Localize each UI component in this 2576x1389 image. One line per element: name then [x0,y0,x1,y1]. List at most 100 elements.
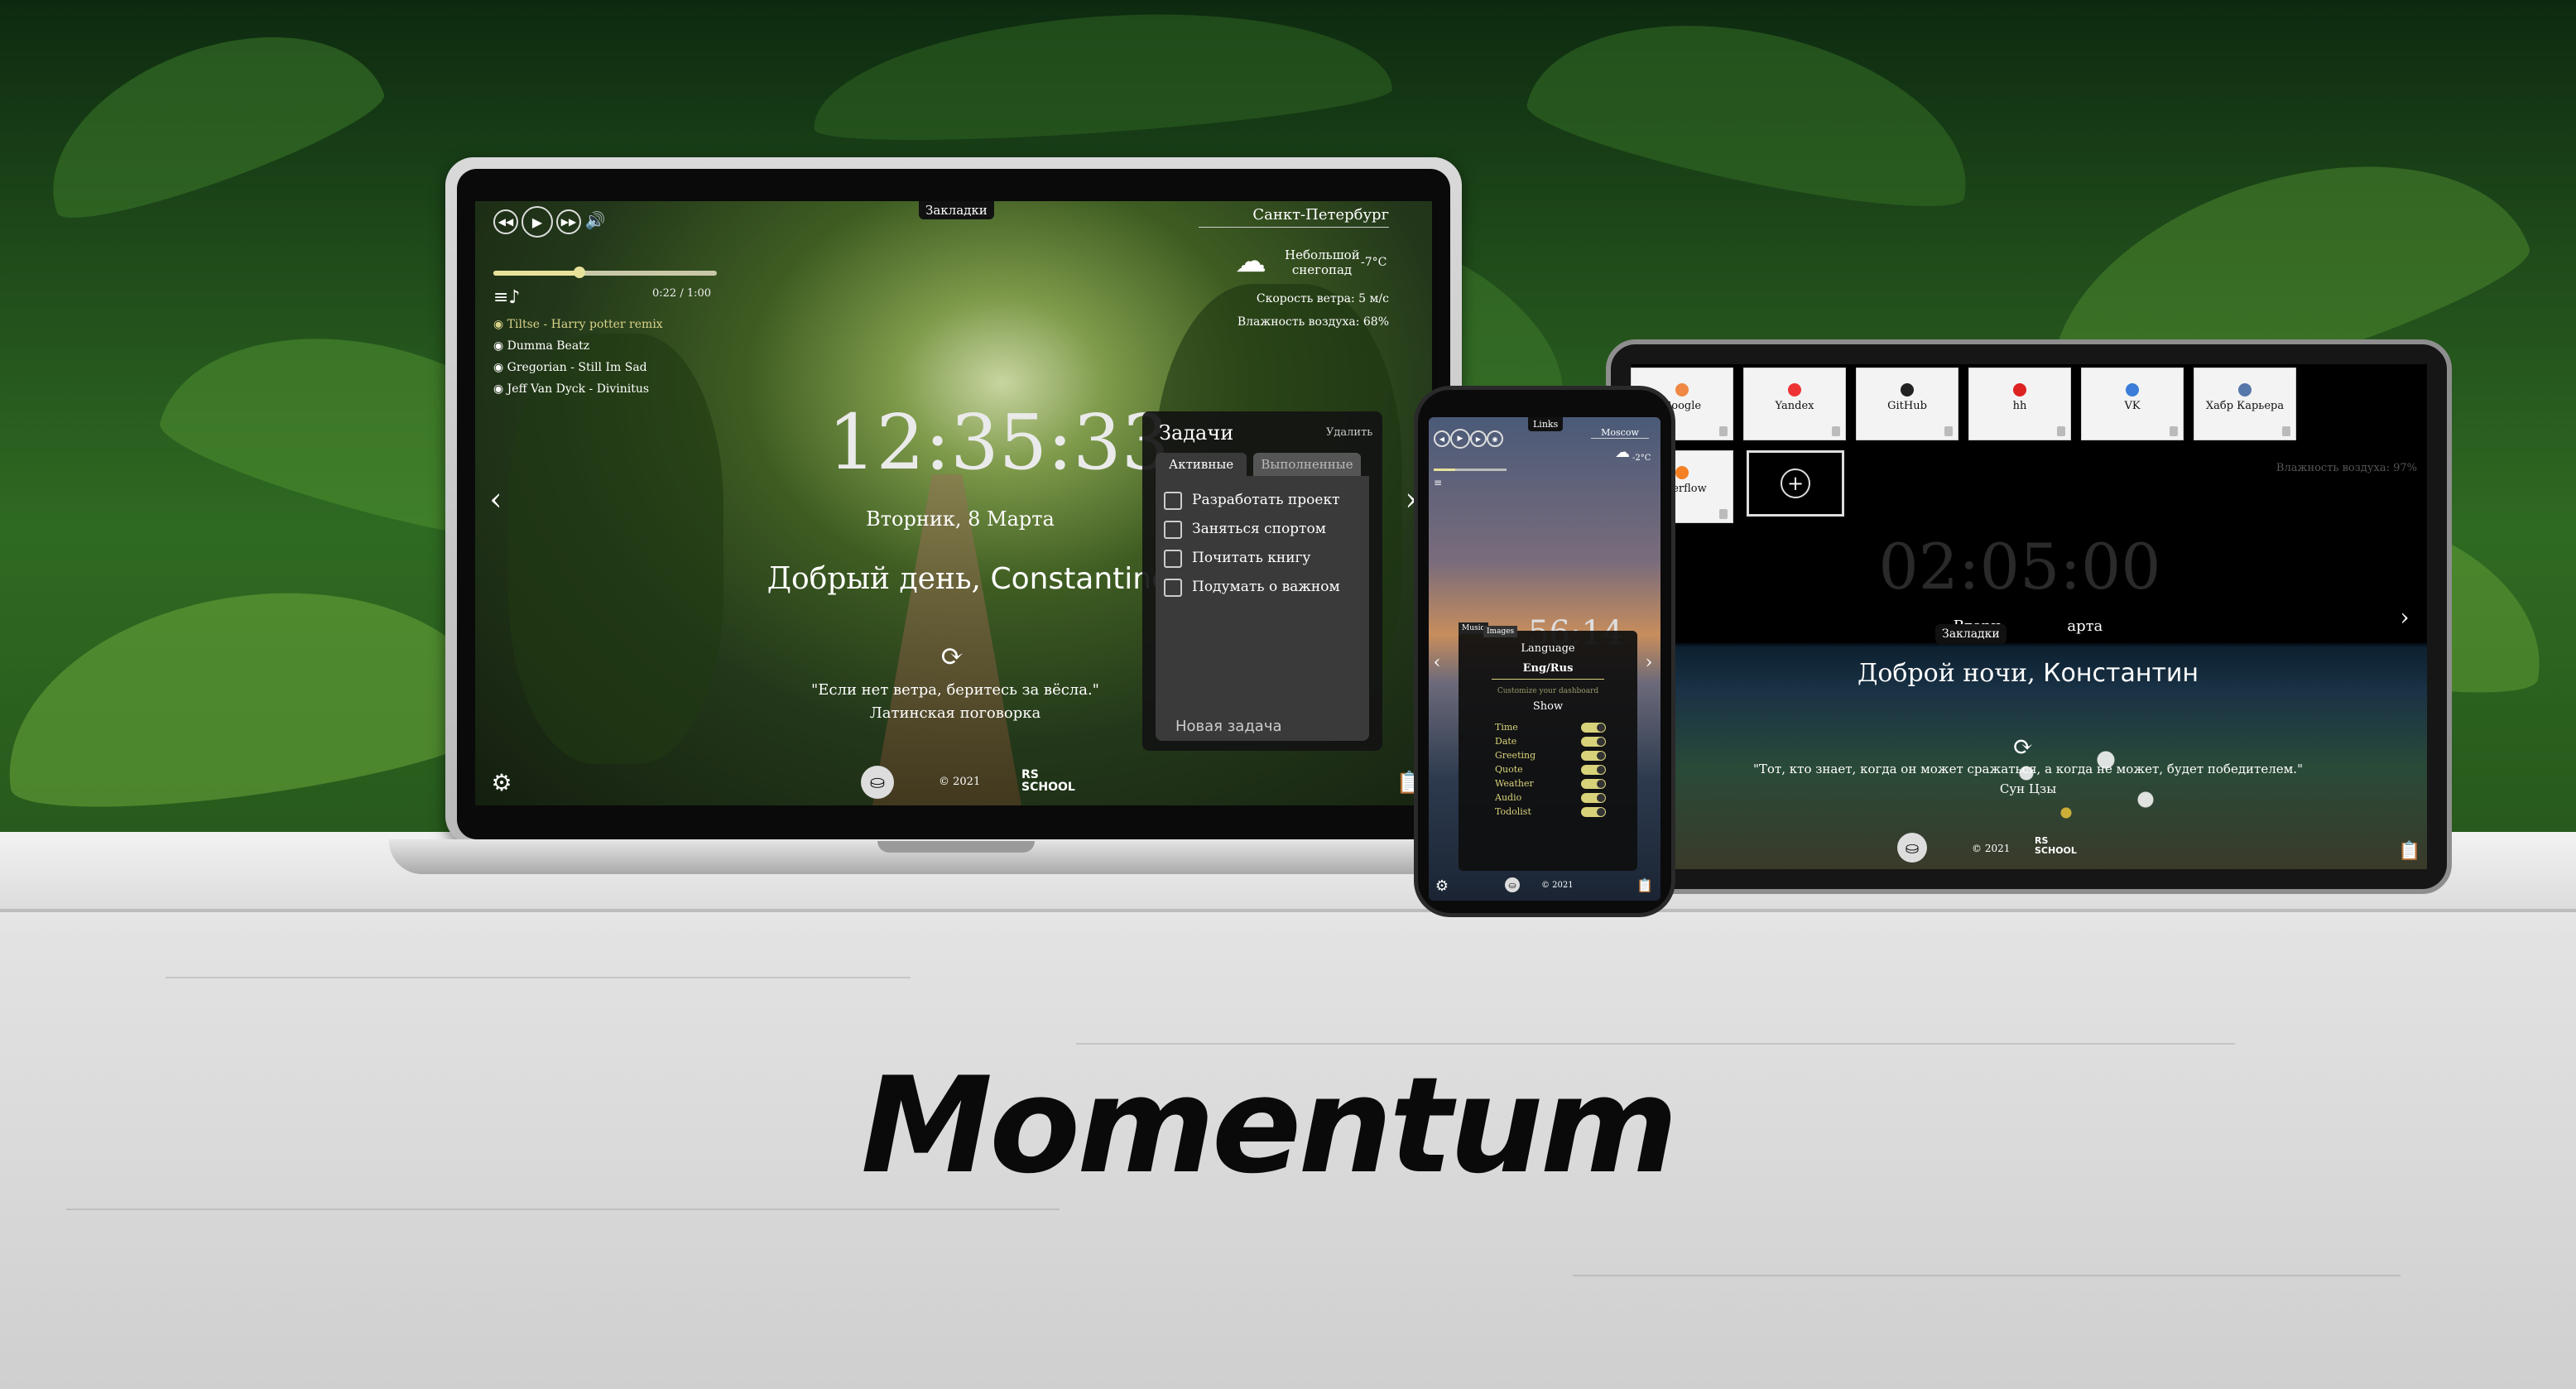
option-audio: Audio [1495,792,1522,803]
tablet-copyright: © 2021 [1972,843,2011,854]
quote-author: Латинская поговорка [869,704,1041,722]
phone-todo-icon[interactable]: 📋 [1636,876,1653,894]
todo-item[interactable]: Заняться спортом [1164,515,1361,544]
playlist-icon[interactable]: ≡♪ [493,287,520,308]
option-quote: Quote [1495,764,1523,775]
tablet-greeting: Доброй ночи, Константин [1857,659,2199,688]
momentum-logo: Momentum [861,1048,1678,1203]
phone-temperature: -2°C [1632,454,1651,463]
refresh-quote-icon[interactable]: ⟳ [935,640,968,673]
checkbox[interactable] [1164,578,1182,597]
settings-options: Time Date Greeting Quote Weather Audio T… [1495,720,1627,819]
todo-list: Разработать проект Заняться спортом Почи… [1156,476,1369,741]
next-track-button[interactable]: ▶▶ [556,209,581,234]
greeting-text: Добрый день, [767,562,981,596]
link-github[interactable]: GitHub [1856,368,1958,440]
clock: 12:35:33 [828,398,1170,487]
tablet-next-slide-icon[interactable]: › [2392,603,2417,631]
phone-github-icon[interactable]: ⛀ [1505,877,1520,892]
checkbox[interactable] [1164,549,1182,568]
playlist-item[interactable]: ◉ Jeff Van Dyck - Divinitus [493,378,663,400]
option-greeting: Greeting [1495,750,1536,761]
laptop-screen: ◀◀ ▶ ▶▶ 🔊 ≡♪ 0:22 / 1:00 ◉ Tiltse - Harr… [475,201,1432,805]
tablet-rs-school-logo[interactable]: RS SCHOOL [2035,836,2077,856]
playlist-item[interactable]: ◉ Dumma Beatz [493,335,663,357]
date: Вторник, 8 Марта [866,507,1055,531]
playlist-item[interactable]: ◉ Gregorian - Still Im Sad [493,357,663,378]
checkbox[interactable] [1164,491,1182,510]
phone-copyright: © 2021 [1541,881,1574,890]
phone-settings-panel: Music Images Language Eng/Rus Customize … [1459,622,1637,871]
phone-cloud-icon: ☁ [1615,443,1630,461]
phone-next-slide-icon[interactable]: › [1642,652,1656,673]
greeting: Добрый день, Constantine [753,562,1184,596]
phone-audio-progress[interactable] [1434,469,1507,471]
tablet-screen: Google Yandex GitHub hh VK Хабр Карьера … [1631,364,2427,869]
audio-time: 0:22 / 1:00 [652,287,712,300]
todo-item[interactable]: Почитать книгу [1164,544,1361,573]
tablet-name-input[interactable]: Константин [2043,659,2199,688]
weather-description: Небольшой снегопад [1285,248,1360,277]
todo-item[interactable]: Подумать о важном [1164,573,1361,602]
toggle-audio[interactable] [1581,793,1606,803]
copyright: © 2021 [939,776,981,788]
weather-city[interactable]: Санкт-Петербург [1199,206,1389,228]
phone-weather-city[interactable]: Moscow [1591,427,1649,439]
phone-settings-icon[interactable]: ⚙ [1434,877,1450,895]
bookmarks-tab[interactable]: Закладки [919,201,994,219]
snow-cloud-icon: ☁ [1235,243,1266,279]
quote-text: "Если нет ветра, беритесь за вёсла." [811,681,1099,699]
github-icon[interactable]: ⛀ [861,766,894,799]
add-link-button[interactable]: + [1747,450,1844,517]
phone-prev-button[interactable]: ◀ [1434,430,1450,447]
checkbox[interactable] [1164,520,1182,539]
tablet-todo-icon[interactable]: 📋 [2398,839,2420,863]
weather-temperature: -7°C [1361,256,1387,269]
phone-prev-slide-icon[interactable]: ‹ [1430,652,1444,673]
option-todolist: Todolist [1495,806,1531,817]
todo-title: Задачи [1159,421,1234,445]
option-weather: Weather [1495,778,1534,789]
laptop-notch [877,841,1035,853]
weather-wind: Скорость ветра: 5 м/с [1256,292,1389,305]
link-vk[interactable]: VK [2081,368,2184,440]
play-button[interactable]: ▶ [521,206,553,238]
toggle-todolist[interactable] [1581,807,1606,817]
toggle-time[interactable] [1581,723,1606,733]
toggle-quote[interactable] [1581,765,1606,775]
settings-tab-images[interactable]: Images [1483,626,1518,637]
toggle-greeting[interactable] [1581,751,1606,761]
toggle-date[interactable] [1581,737,1606,747]
volume-icon[interactable]: 🔊 [583,209,608,231]
link-yandex[interactable]: Yandex [1743,368,1846,440]
tablet-clock: 02:05:00 [1878,530,2161,603]
phone-playlist-icon[interactable]: ≡ [1434,477,1442,488]
tab-done[interactable]: Выполненные [1253,453,1361,476]
link-hh[interactable]: hh [1968,368,2071,440]
prev-slide-icon[interactable]: ‹ [483,481,508,517]
playlist-item[interactable]: ◉ Tiltse - Harry potter remix [493,314,663,335]
tablet-bookmarks-tab[interactable]: Закладки [1935,624,2006,644]
settings-language-title: Language [1521,642,1575,655]
settings-subtitle: Customize your dashboard [1497,687,1599,695]
rs-school-logo[interactable]: RS SCHOOL [1021,769,1075,794]
link-habr-career[interactable]: Хабр Карьера [2194,368,2296,440]
pedestal-edge [0,909,2576,912]
phone-play-button[interactable]: ▶ [1450,429,1470,449]
phone-screen: ◀ ▶ ▶ ◉ Links Moscow ☁ -2°C ≡ 56:14 ‹ › … [1429,417,1660,901]
toggle-weather[interactable] [1581,779,1606,789]
playlist: ◉ Tiltse - Harry potter remix ◉ Dumma Be… [493,314,663,400]
phone-volume-button[interactable]: ◉ [1487,430,1503,447]
prev-track-button[interactable]: ◀◀ [493,209,518,234]
settings-icon[interactable]: ⚙ [488,769,515,796]
phone-next-button[interactable]: ▶ [1470,430,1487,447]
tablet-github-icon[interactable]: ⛀ [1897,833,1927,863]
phone-links-tab[interactable]: Links [1528,417,1564,431]
tab-active[interactable]: Активные [1156,453,1247,476]
audio-progress[interactable] [493,267,717,278]
todo-item[interactable]: Разработать проект [1164,486,1361,515]
language-switch[interactable]: Eng/Rus [1459,662,1637,675]
todo-delete-button[interactable]: Удалить [1326,426,1372,439]
new-task-input[interactable]: Новая задача [1175,718,1281,735]
weather-humidity: Влажность воздуха: 68% [1237,315,1389,329]
